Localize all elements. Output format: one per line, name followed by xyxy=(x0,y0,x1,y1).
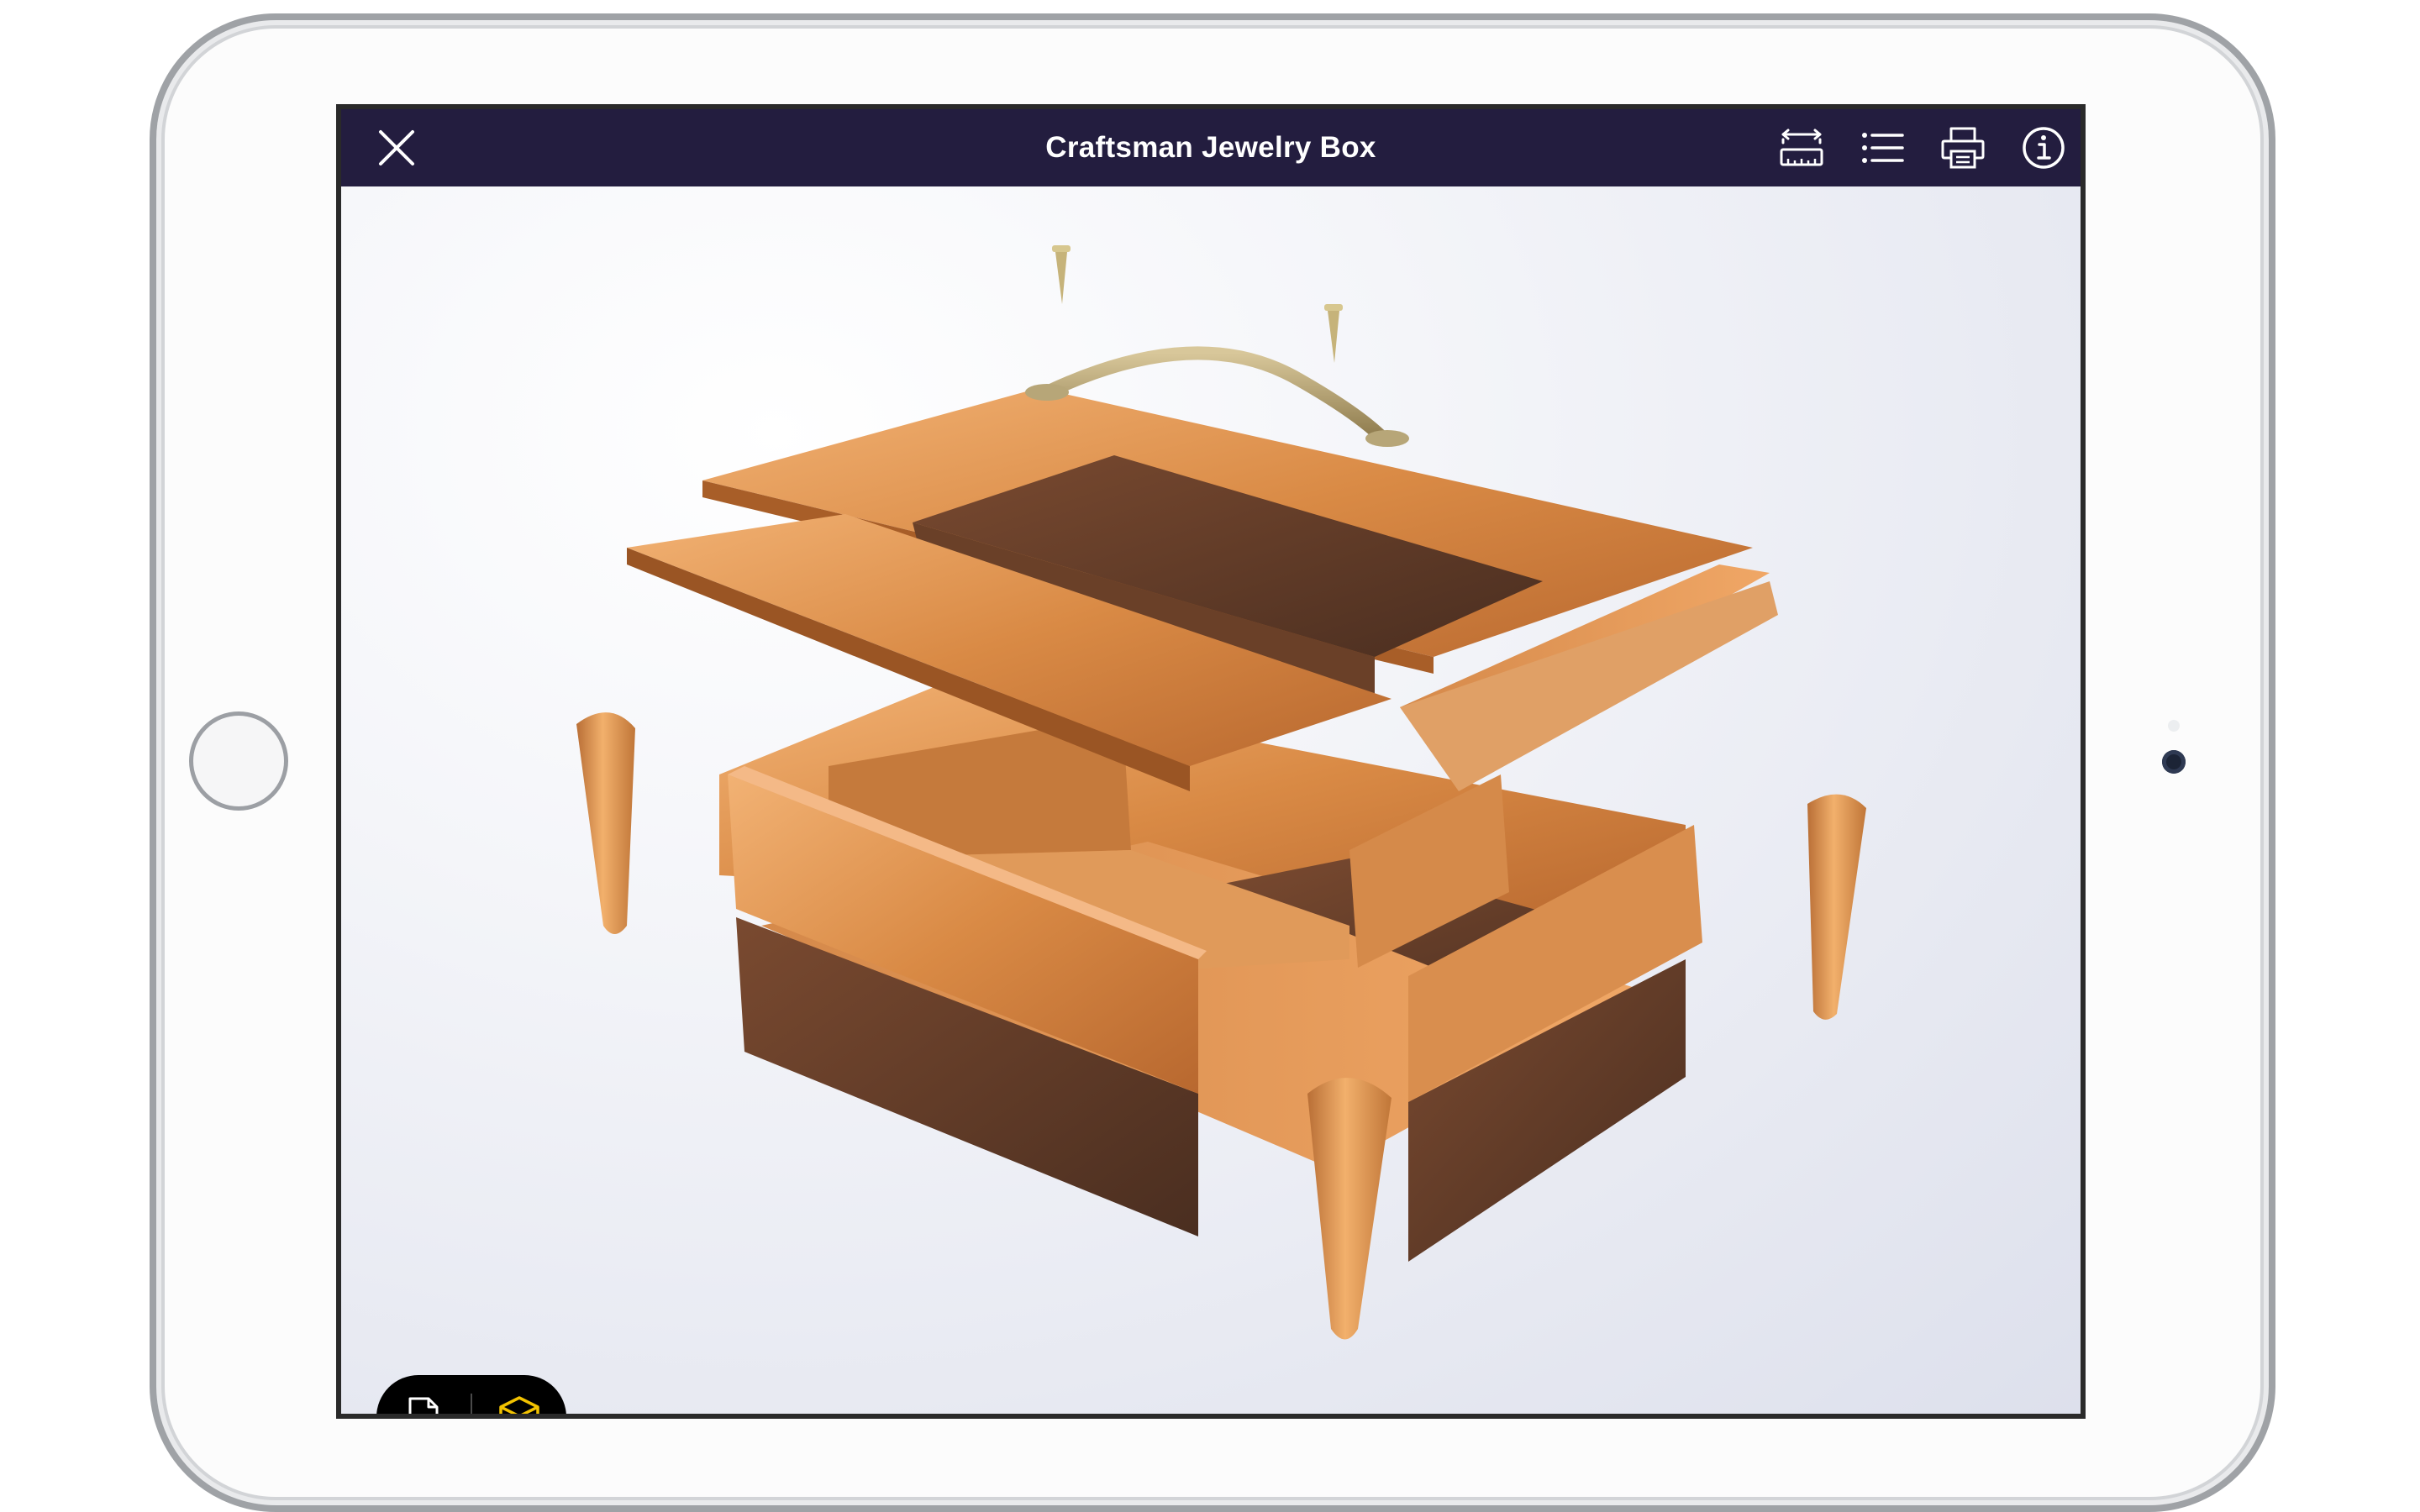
screw-1 xyxy=(1052,245,1071,304)
screen: Craftsman Jewelry Box xyxy=(336,104,2086,1419)
exploded-jewelry-box-model xyxy=(576,245,1866,1340)
cube-icon xyxy=(499,1396,539,1414)
leg-back-right xyxy=(1807,794,1866,1020)
cut-list-button[interactable] xyxy=(1857,123,1907,173)
leg-front-center xyxy=(1307,1078,1392,1340)
3d-model-viewport[interactable] xyxy=(341,186,2081,1414)
front-sensor xyxy=(2168,720,2180,732)
screw-2 xyxy=(1324,304,1343,363)
print-button[interactable] xyxy=(1938,123,1988,173)
dimensions-button[interactable] xyxy=(1776,123,1827,173)
document-view-button[interactable] xyxy=(376,1375,471,1414)
navigation-bar: Craftsman Jewelry Box xyxy=(341,109,2081,186)
info-button[interactable] xyxy=(2018,123,2069,173)
leg-front-left xyxy=(576,712,635,934)
view-mode-toggle xyxy=(376,1375,566,1414)
home-button[interactable] xyxy=(189,711,288,811)
ruler-dimensions-icon xyxy=(1780,129,1823,166)
list-icon xyxy=(1862,133,1904,163)
front-camera xyxy=(2162,750,2186,774)
info-icon xyxy=(2023,127,2065,169)
3d-view-button[interactable] xyxy=(472,1375,566,1414)
document-icon xyxy=(408,1397,439,1414)
printer-icon xyxy=(1941,127,1985,169)
